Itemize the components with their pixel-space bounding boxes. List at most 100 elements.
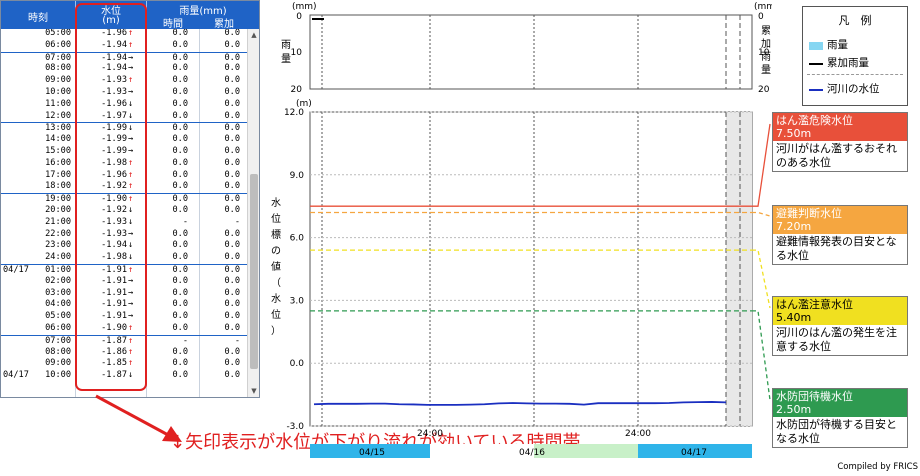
cell-cumulative: 0.0 xyxy=(224,346,240,357)
cell-hourly: 0.0 xyxy=(172,146,188,156)
cell-cumulative: 0.0 xyxy=(224,228,240,239)
date-label: 04/15 xyxy=(359,448,385,458)
legend-swatch-rain xyxy=(809,42,823,50)
cell-cumulative: 0.0 xyxy=(224,205,240,215)
threshold-danger: はん濫危険水位 7.50m 河川がはん濫するおそれのある水位 xyxy=(772,112,908,172)
credit-text: Compiled by FRICS xyxy=(837,462,918,472)
rain-right-label-char: 雨 xyxy=(761,52,771,63)
x-tick: 24:00 xyxy=(417,429,443,439)
cell-hourly: 0.0 xyxy=(172,358,188,369)
cell-time: 16:00 xyxy=(45,157,71,168)
cell-cumulative: 0.0 xyxy=(224,169,240,180)
cell-hourly: - xyxy=(182,216,188,227)
level-ylabel-char: 位 xyxy=(271,308,281,321)
level-ytick: 12.0 xyxy=(284,108,304,118)
cell-hourly: 0.0 xyxy=(172,275,188,286)
cell-hourly: 0.0 xyxy=(172,240,188,251)
rain-right-label-char: 量 xyxy=(761,64,771,76)
threshold-caution: はん濫注意水位 5.40m 河川のはん濫の発生を注意する水位 xyxy=(772,296,908,356)
cell-hourly: 0.0 xyxy=(172,29,188,38)
threshold-connector xyxy=(752,123,771,207)
legend: 凡 例 雨量 累加雨量 河川の水位 xyxy=(802,6,908,106)
level-ytick: 3.0 xyxy=(290,296,305,306)
scroll-up-icon[interactable]: ▲ xyxy=(248,31,259,41)
cell-time: 02:00 xyxy=(45,275,71,286)
cell-hourly: 0.0 xyxy=(172,346,188,357)
cell-time: 22:00 xyxy=(45,228,71,239)
rain-left-tick-1: 10 xyxy=(291,48,303,58)
rain-right-unit: (mm) xyxy=(754,2,772,12)
cell-cumulative: 0.0 xyxy=(224,157,240,168)
rain-right-label-char: 累 xyxy=(761,25,771,37)
cell-cumulative: 0.0 xyxy=(224,75,240,86)
rain-left-label-char: 量 xyxy=(281,53,291,65)
cell-time: 11:00 xyxy=(45,98,71,109)
cell-cumulative: - xyxy=(234,216,240,227)
cell-hourly: 0.0 xyxy=(172,228,188,239)
cell-time: 14:00 xyxy=(45,134,71,145)
cell-cumulative: 0.0 xyxy=(224,275,240,286)
cell-time: 17:00 xyxy=(45,169,71,180)
legend-item-cumulative: 累加雨量 xyxy=(809,55,907,71)
cell-cumulative: 0.0 xyxy=(224,323,240,333)
cell-cumulative: 0.0 xyxy=(224,98,240,109)
cell-time: 06:00 xyxy=(45,39,71,50)
cell-cumulative: 0.0 xyxy=(224,240,240,251)
cell-cumulative: 0.0 xyxy=(224,29,240,38)
scroll-down-icon[interactable]: ▼ xyxy=(248,387,259,397)
cell-time: 03:00 xyxy=(45,287,71,298)
cell-cumulative: 0.0 xyxy=(224,146,240,156)
cell-time: 09:00 xyxy=(45,75,71,86)
legend-item-water-level: 河川の水位 xyxy=(809,81,907,97)
rain-right-tick-2: 20 xyxy=(758,85,770,95)
cell-hourly: 0.0 xyxy=(172,110,188,121)
cell-time: 21:00 xyxy=(45,216,71,227)
cell-cumulative: 0.0 xyxy=(224,134,240,145)
threshold-connector xyxy=(752,310,771,401)
water-level-table: 時刻 水位 (m) 雨量(mm) 時間 累加 05:00 -1.96 ↑ 0.0 0.0… xyxy=(0,0,260,398)
level-column-highlight xyxy=(75,3,147,391)
level-ytick: 0.0 xyxy=(290,359,305,369)
cell-hourly: 0.0 xyxy=(172,287,188,298)
cell-hourly: 0.0 xyxy=(172,75,188,86)
legend-item-rain: 雨量 xyxy=(809,37,907,53)
threshold-connector xyxy=(752,211,771,217)
level-ytick: -3.0 xyxy=(286,422,304,432)
table-scrollbar[interactable]: ▲ ▼ xyxy=(247,29,259,397)
cell-hourly: 0.0 xyxy=(172,98,188,109)
cell-time: 04:00 xyxy=(45,299,71,310)
cell-cumulative: 0.0 xyxy=(224,39,240,50)
cell-hourly: 0.0 xyxy=(172,205,188,215)
level-ylabel: 水位標の値（水位） xyxy=(271,197,281,337)
x-tick: 24:00 xyxy=(625,429,651,439)
rain-right-label-char: 加 xyxy=(761,38,771,50)
cell-hourly: 0.0 xyxy=(172,157,188,168)
scroll-thumb[interactable] xyxy=(250,174,258,369)
cell-cumulative: 0.0 xyxy=(224,287,240,298)
header-cumulative: 累加 xyxy=(214,19,234,30)
level-ytick: 6.0 xyxy=(290,234,305,244)
cell-hourly: 0.0 xyxy=(172,252,188,263)
level-ytick: 9.0 xyxy=(290,171,305,181)
cell-cumulative: 0.0 xyxy=(224,299,240,310)
date-label: 04/16 xyxy=(519,448,545,458)
cell-cumulative: 0.0 xyxy=(224,358,240,369)
threshold-evacuation: 避難判断水位 7.20m 避難情報発表の目安となる水位 xyxy=(772,205,908,265)
cell-hourly: 0.0 xyxy=(172,87,188,97)
level-ylabel-char: 水 xyxy=(271,293,281,305)
legend-swatch-water-level xyxy=(809,89,823,91)
forecast-area xyxy=(726,112,752,426)
cell-hourly: 0.0 xyxy=(172,370,188,381)
cell-time: 10:00 xyxy=(45,370,71,381)
cell-hourly: 0.0 xyxy=(172,169,188,180)
cell-cumulative: 0.0 xyxy=(224,311,240,322)
cell-cumulative: 0.0 xyxy=(224,110,240,121)
water-level-chart: (mm) (mm) 0 10 20 0 10 20 雨量 累加雨量 (m) 12… xyxy=(271,2,772,458)
rain-left-label: 雨量 xyxy=(281,40,291,65)
cell-time: 18:00 xyxy=(45,181,71,192)
cell-cumulative: 0.0 xyxy=(224,63,240,74)
rain-left-unit: (mm) xyxy=(292,2,317,12)
cell-date: 04/17 xyxy=(3,370,29,381)
cell-cumulative: 0.0 xyxy=(224,87,240,97)
level-ylabel-char: ） xyxy=(271,325,281,337)
